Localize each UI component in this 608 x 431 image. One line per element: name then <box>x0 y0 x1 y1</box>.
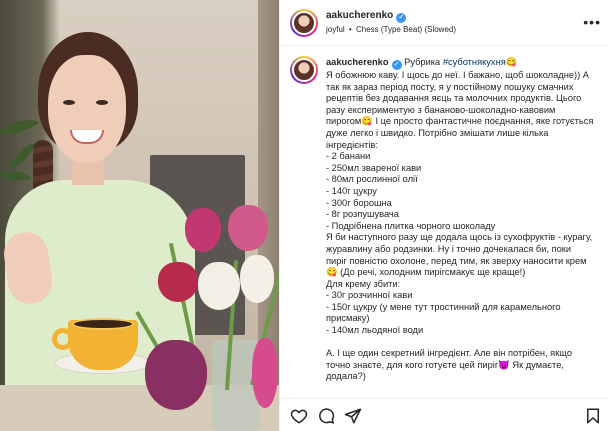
verified-badge-icon: ✓ <box>396 13 407 23</box>
caption-line: - 30г розчинної кави <box>326 290 413 301</box>
caption-line: інгредієнтів: <box>326 139 378 150</box>
comment-icon[interactable] <box>317 407 335 425</box>
emoji: 😋 <box>505 57 518 67</box>
audio-artist[interactable]: joyful <box>326 25 345 34</box>
share-icon[interactable] <box>344 407 362 425</box>
caption-line: пирогом😋 І це просто фантастичне поєднан… <box>326 116 594 127</box>
caption-lines: Я обожнюю каву. І щось до неї. І бажано,… <box>326 70 596 383</box>
tulip-flower <box>158 262 198 302</box>
caption-line: додала?) <box>326 371 366 382</box>
caption-line: точно знаєте, для кого готуєте цей пиріг… <box>326 359 564 370</box>
avatar[interactable] <box>290 56 318 84</box>
action-bar <box>280 398 608 431</box>
caption-line: А. І ще один секретний інгредієнт. Але в… <box>326 348 573 359</box>
caption-line: пиріг повністю охолоне, перед тим, як зв… <box>326 255 587 266</box>
caption-line: Для крему збити: <box>326 278 401 289</box>
username-text[interactable]: aakucherenko <box>326 10 393 21</box>
tulip-flower <box>240 255 274 303</box>
caption-line: так як зараз період посту, я у постійном… <box>326 81 574 92</box>
caption-line: рецептів без додавання яєць та молочних … <box>326 93 582 104</box>
caption-line: - 80мл рослинної олії <box>326 174 418 185</box>
caption-line: - 8г розпушувача <box>326 209 399 220</box>
person-eye <box>63 100 75 105</box>
more-options-icon[interactable]: ••• <box>583 14 601 30</box>
heart-icon[interactable] <box>290 407 308 425</box>
caption-line: - 140г цукру <box>326 185 377 196</box>
caption-text: aakucherenko ✓ Рубрика #суботнякухня😋 Я о… <box>326 57 596 383</box>
tulip-flower <box>252 338 278 408</box>
caption-line: 😋 (До речі, холодним пирігсмакує ще кращ… <box>326 267 526 278</box>
caption-line: - 2 банани <box>326 151 371 162</box>
coffee <box>72 318 134 330</box>
person-face <box>48 55 126 163</box>
header-username[interactable]: aakucherenko ✓ <box>326 10 407 23</box>
caption-username[interactable]: aakucherenko <box>326 57 389 67</box>
audio-info[interactable]: joyful • Chess (Type Beat) (Slowed) <box>326 25 456 34</box>
caption-line: разу експериментую з бананово-шоколадно-… <box>326 104 556 115</box>
caption-line: присмаку) <box>326 313 370 324</box>
post-media[interactable] <box>0 0 279 431</box>
caption-line: дуже легко і швидко. Потрібно змішати ли… <box>326 127 549 138</box>
person-eye <box>96 100 108 105</box>
post-details-panel: aakucherenko ✓ joyful • Chess (Type Beat)… <box>279 0 608 431</box>
hashtag-link[interactable]: #суботнякухня <box>443 57 506 67</box>
caption-prefix: Рубрика <box>404 57 441 67</box>
caption-line: Я обожнюю каву. І щось до неї. І бажано,… <box>326 70 589 80</box>
caption-line: Я би наступного разу ще додала щось із с… <box>326 232 593 243</box>
caption-line: - 250мл звареної кави <box>326 162 422 173</box>
tulip-flower <box>198 262 240 310</box>
tulip-flower <box>228 205 268 251</box>
caption-line: - 300г борошна <box>326 197 392 208</box>
avatar[interactable] <box>290 9 318 37</box>
verified-badge-icon: ✓ <box>391 60 402 70</box>
caption-line: журавлину або родзинки. Ну і точно дочек… <box>326 243 572 254</box>
caption-first-line: aakucherenko ✓ Рубрика #суботнякухня😋 <box>326 57 596 70</box>
tulip-flower <box>185 208 221 252</box>
caption: aakucherenko ✓ Рубрика #суботнякухня😋 Я о… <box>280 52 608 392</box>
post-header: aakucherenko ✓ joyful • Chess (Type Beat)… <box>280 0 608 46</box>
caption-line: - Подрібнена плитка чорного шоколаду <box>326 220 496 231</box>
bookmark-icon[interactable] <box>584 407 602 425</box>
tulip-flower <box>145 340 207 410</box>
audio-track[interactable]: Chess (Type Beat) (Slowed) <box>356 25 456 34</box>
caption-line: - 150г цукру (у мене тут тростинний для … <box>326 301 561 312</box>
audio-separator: • <box>348 25 352 34</box>
caption-line: - 140мл льодяної води <box>326 325 424 336</box>
